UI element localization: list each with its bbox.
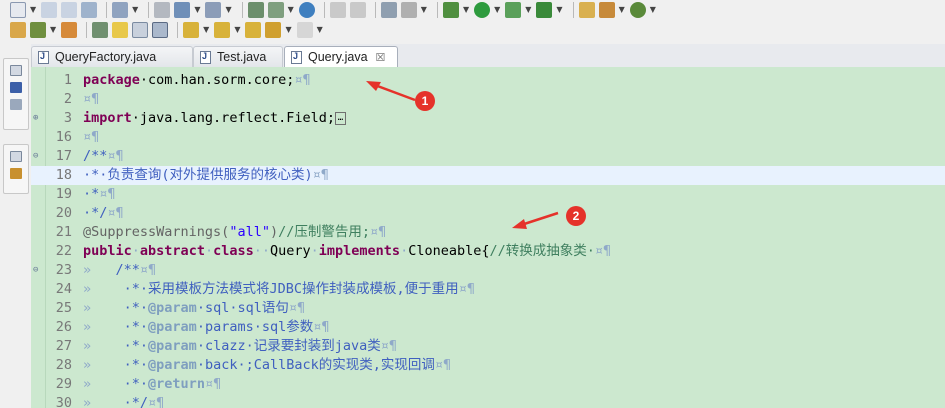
annotation-arrow-1	[366, 81, 416, 102]
annotation-badge-1: 1	[415, 91, 435, 111]
annotation-badge-2: 2	[566, 206, 586, 226]
annotation-arrow-2	[512, 211, 559, 229]
annotation-overlay	[366, 81, 559, 229]
